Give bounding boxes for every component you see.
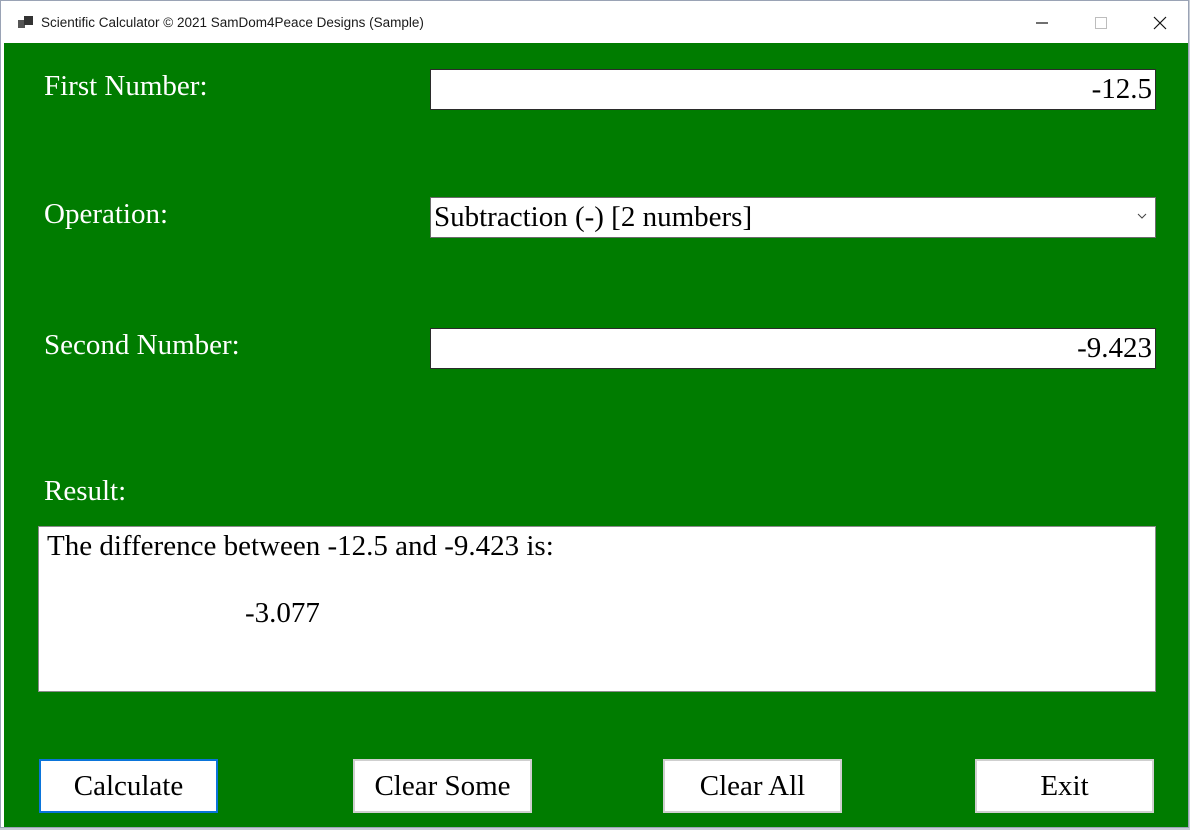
clear-all-button[interactable]: Clear All [663,759,842,813]
result-output[interactable]: The difference between -12.5 and -9.423 … [38,526,1156,692]
operation-selected-value: Subtraction (-) [2 numbers] [434,201,753,233]
window-title: Scientific Calculator © 2021 SamDom4Peac… [41,15,424,30]
second-number-label: Second Number: [44,329,240,361]
close-icon [1153,16,1167,30]
first-number-label: First Number: [44,70,208,102]
calculate-button[interactable]: Calculate [39,759,218,813]
maximize-icon [1095,17,1107,29]
operation-label: Operation: [44,198,169,230]
title-bar[interactable]: Scientific Calculator © 2021 SamDom4Peac… [2,2,1187,43]
clear-some-button[interactable]: Clear Some [353,759,532,813]
operation-select[interactable]: Subtraction (-) [2 numbers] [430,197,1156,238]
calculator-window: Scientific Calculator © 2021 SamDom4Peac… [0,0,1189,828]
app-icon [18,16,34,30]
minimize-icon [1036,22,1048,24]
chevron-down-icon [1137,213,1147,219]
result-value: -3.077 [245,597,320,629]
form-area: First Number: -12.5 Operation: Subtracti… [4,43,1188,827]
maximize-button[interactable] [1072,2,1130,43]
second-number-input[interactable]: -9.423 [430,328,1156,369]
result-label: Result: [44,475,127,507]
close-button[interactable] [1131,2,1189,43]
exit-button[interactable]: Exit [975,759,1154,813]
result-description: The difference between -12.5 and -9.423 … [47,530,554,562]
minimize-button[interactable] [1013,2,1071,43]
first-number-input[interactable]: -12.5 [430,69,1156,110]
